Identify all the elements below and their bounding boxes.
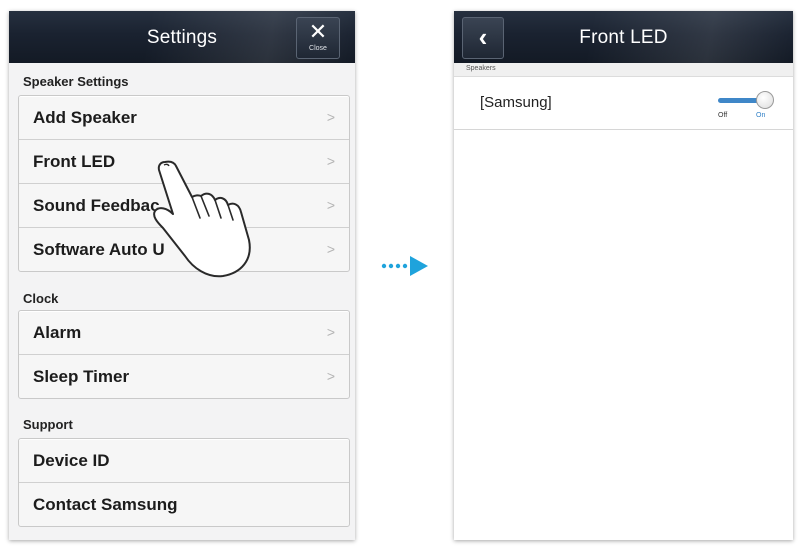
item-label: Alarm [33,323,82,342]
back-chevron-icon: ‹ [478,22,488,52]
section-header-support: Support [23,417,73,432]
section-header-clock: Clock [23,291,59,306]
item-label: Add Speaker [33,108,137,127]
chevron-right-icon: > [326,197,335,213]
clock-group: Alarm > Sleep Timer > [18,310,350,399]
close-button[interactable]: ✕ Close [296,17,340,59]
page-title: Front LED [579,27,668,48]
support-group: Device ID Contact Samsung [18,438,350,527]
back-button[interactable]: ‹ [462,17,504,59]
front-led-titlebar: ‹ Front LED [454,11,793,63]
settings-item-device-id[interactable]: Device ID [19,439,349,483]
chevron-right-icon: > [326,368,335,384]
chevron-right-icon: > [326,324,335,340]
chevron-right-icon: > [326,109,335,125]
item-label: Contact Samsung [33,495,178,514]
front-led-screen: ‹ Front LED Speakers [Samsung] Off On [454,11,793,540]
toggle-on-label: On [756,112,766,119]
item-label: Sound Feedbac [33,196,160,215]
speakers-section-header: Speakers [454,63,793,77]
settings-item-sleep-timer[interactable]: Sleep Timer > [19,355,349,398]
dotted-arrow-icon [381,256,428,276]
speaker-name: [Samsung] [480,94,552,111]
item-label: Front LED [33,152,116,171]
item-label: Sleep Timer [33,367,130,386]
toggle-off-label: Off [718,112,728,119]
settings-screen: Settings ✕ Close Speaker Settings Add Sp… [9,11,355,540]
led-toggle-switch[interactable] [756,91,774,109]
section-header-speaker-settings: Speaker Settings [23,74,129,89]
close-label: Close [309,45,327,52]
item-label: Software Auto U [33,240,165,259]
section-header-label: Speakers [466,65,496,72]
speaker-row-samsung: [Samsung] Off On [454,77,793,130]
chevron-right-icon: > [326,241,335,257]
hand-pointer-icon [153,160,251,278]
settings-item-add-speaker[interactable]: Add Speaker > [19,96,349,140]
settings-titlebar: Settings ✕ Close [9,11,355,63]
chevron-right-icon: > [326,153,335,169]
close-icon: ✕ [308,19,328,44]
settings-item-contact-samsung[interactable]: Contact Samsung [19,483,349,526]
settings-item-alarm[interactable]: Alarm > [19,311,349,355]
item-label: Device ID [33,451,110,470]
